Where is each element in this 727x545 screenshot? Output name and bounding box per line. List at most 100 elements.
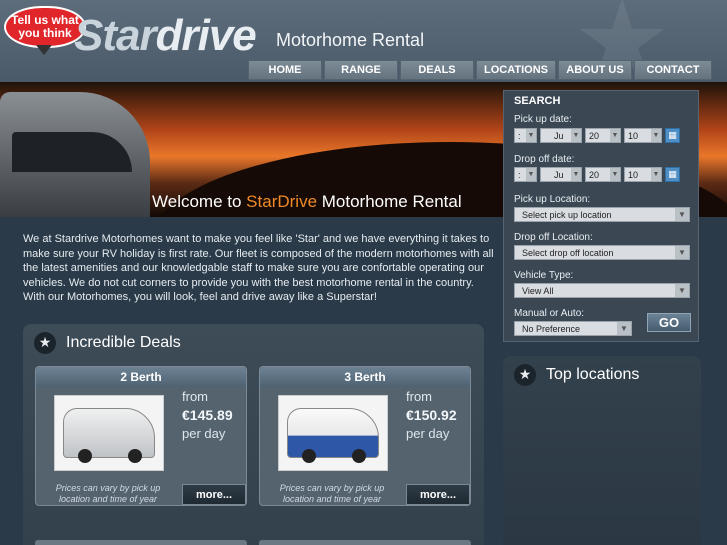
welcome-heading: Welcome to StarDrive Motorhome Rental [152, 192, 462, 212]
dropoff-date-row: : ▼ Ju ▼ 20 ▼ 10 ▼ ▦ [514, 167, 680, 182]
deal-price-per: per day [406, 426, 450, 441]
deal-price-per: per day [182, 426, 226, 441]
dropoff-year-select[interactable]: 10 ▼ [624, 167, 662, 182]
site-tagline: Motorhome Rental [276, 30, 425, 50]
pickup-date-row: : ▼ Ju ▼ 20 ▼ 10 ▼ ▦ [514, 128, 680, 143]
logo-drive-text: drive [155, 11, 257, 60]
motorhome-van [63, 408, 155, 463]
welcome-prefix: Welcome to [152, 192, 247, 211]
dropoff-day-select[interactable]: 20 ▼ [585, 167, 621, 182]
bubble-tail [36, 45, 52, 55]
manual-auto-value: No Preference [522, 323, 581, 334]
motorhome-van [287, 408, 379, 463]
dropoff-location-value: Select drop off location [522, 247, 614, 258]
dropoff-year-value: 10 [628, 169, 639, 180]
search-panel: SEARCH Pick up date: : ▼ Ju ▼ 20 ▼ 10 ▼ ▦ Dr… [503, 90, 699, 342]
header: ★ Tell us what you think Stardrive Motor… [0, 0, 727, 95]
intro-paragraph: We at Stardrive Motorhomes want to make … [23, 233, 494, 304]
pickup-location-select[interactable]: Select pick up location ▼ [514, 207, 690, 222]
chevron-down-icon: ▼ [571, 129, 581, 142]
manual-auto-select[interactable]: No Preference ▼ [514, 321, 632, 336]
chevron-down-icon: ▼ [651, 129, 661, 142]
pickup-month-select[interactable]: Ju ▼ [540, 128, 582, 143]
van-wheel [128, 449, 142, 463]
dropoff-time-select[interactable]: : ▼ [514, 167, 537, 182]
chevron-down-icon: ▼ [617, 322, 631, 335]
motorhome-image[interactable] [54, 395, 164, 471]
welcome-suffix: Motorhome Rental [317, 192, 462, 211]
more-button[interactable]: more... [406, 484, 470, 505]
deal-price: €145.89 [182, 407, 233, 423]
deal-card-title[interactable]: 3 Berth [260, 367, 470, 387]
nav-about-us[interactable]: ABOUT US [558, 60, 632, 80]
main-nav: HOME RANGE DEALS LOCATIONS ABOUT US CONT… [248, 60, 712, 80]
van-wheel [352, 449, 366, 463]
dropoff-month-select[interactable]: Ju ▼ [540, 167, 582, 182]
deal-card-title[interactable]: 2 Berth [36, 367, 246, 387]
chevron-down-icon: ▼ [675, 246, 689, 259]
deals-title: Incredible Deals [66, 334, 181, 351]
dropoff-day-value: 20 [589, 169, 600, 180]
top-locations-title: Top locations [546, 366, 640, 383]
hero-motorhome-window [12, 132, 132, 172]
pickup-year-value: 10 [628, 130, 639, 141]
dropoff-date-label: Drop off date: [514, 154, 575, 165]
nav-range[interactable]: RANGE [324, 60, 398, 80]
dropoff-month-value: Ju [554, 169, 564, 180]
search-title: SEARCH [514, 95, 561, 107]
van-wheel [78, 449, 92, 463]
chevron-down-icon: ▼ [526, 129, 536, 142]
chevron-down-icon: ▼ [675, 284, 689, 297]
pickup-day-select[interactable]: 20 ▼ [585, 128, 621, 143]
pickup-month-value: Ju [554, 130, 564, 141]
site-logo[interactable]: Stardrive [74, 11, 257, 60]
dropoff-location-label: Drop off Location: [514, 232, 593, 243]
top-locations-panel: ★ Top locations [503, 356, 701, 545]
van-wheel [302, 449, 316, 463]
vehicle-type-value: View All [522, 285, 554, 296]
deals-panel: ★ Incredible Deals 2 Berth from €145.89 … [23, 324, 484, 545]
motorhome-image[interactable] [278, 395, 388, 471]
chevron-down-icon: ▼ [610, 129, 620, 142]
nav-contact[interactable]: CONTACT [634, 60, 712, 80]
deal-note: Prices can vary by pick up location and … [55, 483, 161, 504]
manual-auto-label: Manual or Auto: [514, 308, 585, 319]
deal-card-next-stub [259, 540, 471, 545]
pickup-location-value: Select pick up location [522, 209, 612, 220]
pickup-day-value: 20 [589, 130, 600, 141]
calendar-icon[interactable]: ▦ [665, 167, 680, 182]
more-button[interactable]: more... [182, 484, 246, 505]
deal-note: Prices can vary by pick up location and … [279, 483, 385, 504]
deal-price: €150.92 [406, 407, 457, 423]
star-icon: ★ [34, 332, 56, 354]
pickup-time-value: : [518, 130, 521, 141]
nav-home[interactable]: HOME [248, 60, 322, 80]
chevron-down-icon: ▼ [651, 168, 661, 181]
star-icon: ★ [514, 364, 536, 386]
deal-price-from: from [182, 389, 208, 404]
vehicle-type-label: Vehicle Type: [514, 270, 574, 281]
deal-card-next-stub [35, 540, 247, 545]
feedback-bubble-line2: you think [18, 26, 72, 40]
hero-motorhome-image [0, 92, 150, 217]
deal-card-3-berth: 3 Berth from €150.92 per day Prices can … [259, 366, 471, 506]
deal-price-from: from [406, 389, 432, 404]
dropoff-location-select[interactable]: Select drop off location ▼ [514, 245, 690, 260]
nav-locations[interactable]: LOCATIONS [476, 60, 556, 80]
pickup-year-select[interactable]: 10 ▼ [624, 128, 662, 143]
calendar-icon[interactable]: ▦ [665, 128, 680, 143]
pickup-location-label: Pick up Location: [514, 194, 591, 205]
chevron-down-icon: ▼ [610, 168, 620, 181]
chevron-down-icon: ▼ [526, 168, 536, 181]
deal-card-2-berth: 2 Berth from €145.89 per day Prices can … [35, 366, 247, 506]
logo-star-text: Star [74, 11, 157, 60]
chevron-down-icon: ▼ [675, 208, 689, 221]
pickup-time-select[interactable]: : ▼ [514, 128, 537, 143]
pickup-date-label: Pick up date: [514, 114, 572, 125]
go-button[interactable]: GO [647, 313, 691, 332]
dropoff-time-value: : [518, 169, 521, 180]
chevron-down-icon: ▼ [571, 168, 581, 181]
nav-deals[interactable]: DEALS [400, 60, 474, 80]
vehicle-type-select[interactable]: View All ▼ [514, 283, 690, 298]
welcome-brand: StarDrive [246, 192, 318, 211]
